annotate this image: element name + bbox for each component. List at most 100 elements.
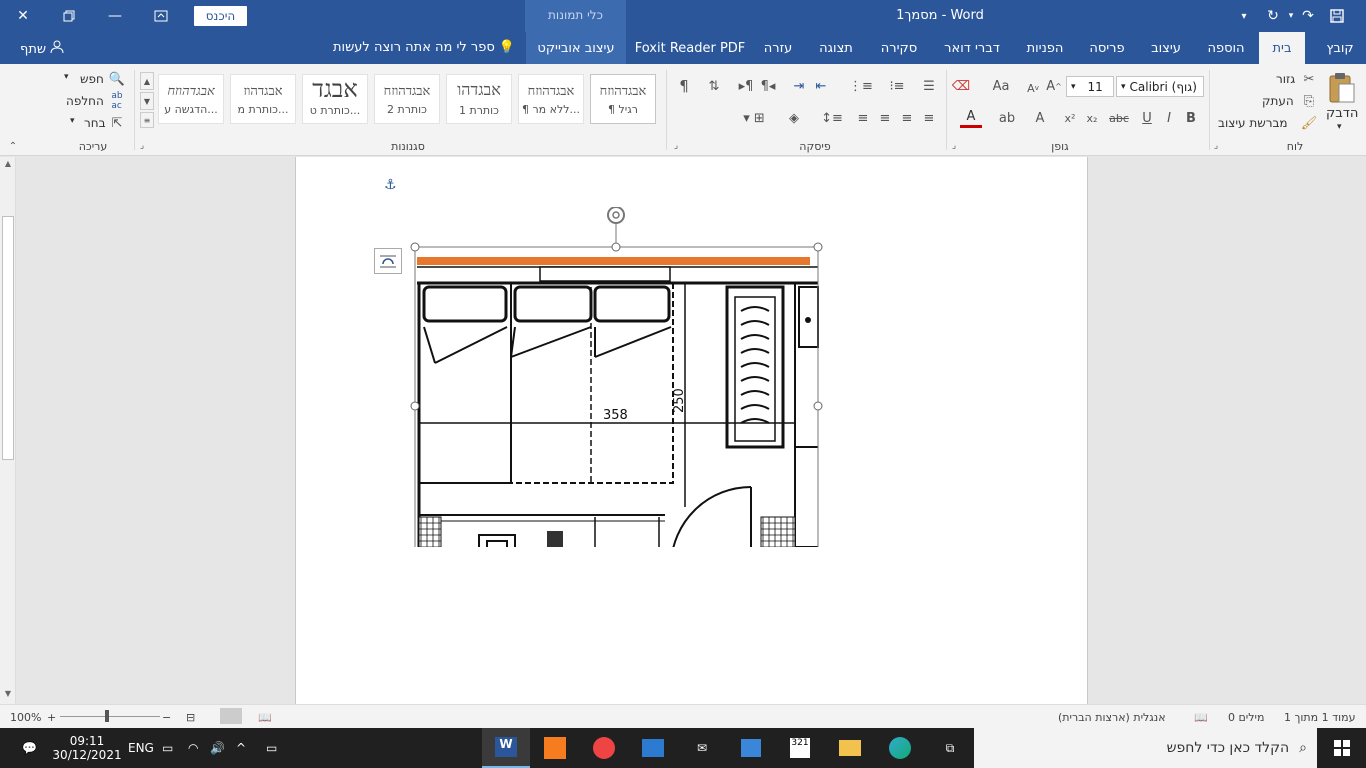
volume-icon[interactable]: 🔊	[210, 728, 225, 768]
style-normal[interactable]: אבגדהוזח ¶ רגיל	[590, 74, 656, 124]
ribbon-display-icon[interactable]	[146, 0, 176, 32]
zoom-level[interactable]: 100%	[10, 711, 41, 724]
action-center-icon[interactable]: 💬	[22, 728, 37, 768]
increase-indent-icon[interactable]: ⇥	[788, 76, 810, 96]
line-spacing-icon[interactable]: ↕≡	[818, 108, 846, 128]
tab-view[interactable]: תצוגה	[810, 32, 862, 64]
change-case-icon[interactable]: Aa	[988, 76, 1014, 96]
clipboard-launcher-icon[interactable]: ⌟	[1210, 140, 1222, 152]
task-view-icon[interactable]: ⧉	[926, 728, 974, 768]
read-mode-icon[interactable]: 📖	[258, 711, 272, 724]
zoom-slider-thumb[interactable]	[105, 710, 109, 722]
tab-help[interactable]: עזרה	[756, 32, 800, 64]
shrink-font-icon[interactable]: Av	[1024, 78, 1042, 98]
battery-icon[interactable]: ▭	[162, 728, 173, 768]
tab-file[interactable]: קובץ	[1314, 32, 1366, 64]
paste-label[interactable]: הדבק	[1326, 106, 1358, 121]
font-size-dropdown-icon[interactable]: ▾	[1071, 82, 1076, 92]
customize-qat-icon[interactable]: ▾	[1236, 0, 1252, 32]
format-painter-icon[interactable]: 🖌	[1300, 114, 1318, 132]
close-icon[interactable]: ✕	[8, 0, 38, 32]
floor-plan-image[interactable]: 358 250	[406, 207, 826, 547]
align-left-icon[interactable]: ≡	[874, 108, 896, 128]
copy-icon[interactable]: ⎘	[1300, 92, 1318, 110]
zoom-slider[interactable]	[60, 716, 160, 717]
font-launcher-icon[interactable]: ⌟	[948, 140, 960, 152]
style-title[interactable]: אבגד כותרת ט...	[302, 74, 368, 124]
styles-scroll-up-icon[interactable]: ▲	[140, 72, 154, 90]
restore-icon[interactable]	[54, 0, 84, 32]
decrease-indent-icon[interactable]: ⇤	[810, 76, 832, 96]
cut-button[interactable]: גזור	[1276, 72, 1295, 86]
clock-date[interactable]: 30/12/2021	[52, 748, 121, 762]
align-center-icon[interactable]: ≡	[896, 108, 918, 128]
style-no-spacing[interactable]: אבגדהוזח ¶ ללא מר...	[518, 74, 584, 124]
layout-options-button[interactable]	[374, 248, 402, 274]
show-marks-icon[interactable]: ¶	[674, 76, 694, 96]
tab-design[interactable]: עיצוב	[1142, 32, 1190, 64]
page-count[interactable]: עמוד 1 מתוך 1	[1284, 711, 1355, 724]
tell-me-box[interactable]: ספר לי מה אתה רוצה לעשות 💡	[333, 40, 515, 55]
styles-more-icon[interactable]: ≡	[140, 112, 154, 128]
language-indicator[interactable]: אנגלית (ארצות הברית)	[1058, 711, 1166, 724]
windows-start-icon[interactable]	[1318, 728, 1366, 768]
select-icon[interactable]: ⇱	[108, 114, 126, 132]
tab-mailings[interactable]: דברי דואר	[936, 32, 1008, 64]
bullets-icon[interactable]: ☰	[918, 76, 940, 96]
find-dropdown-icon[interactable]: ▾	[64, 72, 69, 82]
word-app-icon[interactable]: W	[482, 728, 530, 768]
clock-time[interactable]: 09:11	[70, 734, 105, 748]
select-dropdown-icon[interactable]: ▾	[70, 116, 75, 126]
tab-layout[interactable]: פריסה	[1082, 32, 1132, 64]
select-button[interactable]: בחר	[84, 116, 106, 130]
italic-button[interactable]: I	[1160, 108, 1178, 128]
share-button[interactable]: שתף	[20, 40, 64, 58]
scroll-thumb[interactable]	[2, 216, 14, 460]
print-layout-icon[interactable]	[220, 708, 242, 724]
style-heading1[interactable]: אבגדהו כותרת 1	[446, 74, 512, 124]
mail-icon[interactable]: ✉	[678, 728, 726, 768]
save-icon[interactable]	[1326, 0, 1348, 32]
rtl-icon[interactable]: ¶◂	[758, 76, 778, 96]
photos-icon[interactable]	[629, 728, 677, 768]
collapse-ribbon-icon[interactable]: ⌃	[6, 140, 20, 152]
minimize-icon[interactable]: —	[100, 0, 130, 32]
taskbar-search[interactable]: הקלד כאן כדי לחפש ⌕	[974, 728, 1317, 768]
multilevel-list-icon[interactable]: ⋮≡	[848, 76, 874, 96]
clear-formatting-icon[interactable]: ⌫	[950, 76, 972, 96]
subscript-icon[interactable]: x₂	[1082, 108, 1102, 128]
tab-object-format[interactable]: עיצוב אובייקט	[526, 32, 626, 64]
replace-button[interactable]: החלפה	[66, 94, 104, 108]
align-right-icon[interactable]: ≡	[918, 108, 940, 128]
pdf-app-icon[interactable]	[531, 728, 579, 768]
tab-foxit[interactable]: Foxit Reader PDF	[635, 32, 746, 64]
tray-overflow-icon[interactable]: ^	[236, 728, 246, 768]
format-painter-button[interactable]: מברשת עיצוב	[1218, 116, 1288, 130]
underline-button[interactable]: U	[1138, 108, 1156, 128]
grow-font-icon[interactable]: A ^	[1044, 76, 1064, 96]
bold-button[interactable]: B	[1182, 108, 1200, 128]
edge-icon[interactable]	[876, 728, 924, 768]
replace-icon[interactable]: ab ac	[108, 91, 126, 111]
font-name-dropdown-icon[interactable]: ▾	[1121, 82, 1126, 92]
paragraph-launcher-icon[interactable]: ⌟	[670, 140, 682, 152]
signin-button[interactable]: היכנס	[194, 6, 247, 26]
web-layout-icon[interactable]: ⊟	[186, 711, 195, 724]
redo-dropdown-icon[interactable]: ▾	[1286, 0, 1296, 32]
highlight-icon[interactable]: ab	[994, 108, 1020, 128]
proofing-icon[interactable]: 📖	[1194, 711, 1208, 724]
file-explorer-icon[interactable]	[826, 728, 874, 768]
text-effects-icon[interactable]: A	[1030, 108, 1050, 128]
chrome-icon[interactable]	[580, 728, 628, 768]
tab-home[interactable]: בית	[1259, 32, 1305, 64]
justify-icon[interactable]: ≡	[852, 108, 874, 128]
undo-icon[interactable]: ↷	[1296, 0, 1320, 32]
word-count[interactable]: 0 מילים	[1228, 711, 1264, 724]
style-heading2[interactable]: אבגדהוזח כותרת 2	[374, 74, 440, 124]
scroll-up-icon[interactable]: ▲	[2, 159, 14, 171]
notification-center-icon[interactable]: ▭	[266, 728, 277, 768]
ltr-icon[interactable]: ▸¶	[736, 76, 756, 96]
numbering-icon[interactable]: ⁝≡	[884, 76, 910, 96]
font-color-icon[interactable]: A	[960, 108, 982, 128]
superscript-icon[interactable]: x²	[1060, 108, 1080, 128]
